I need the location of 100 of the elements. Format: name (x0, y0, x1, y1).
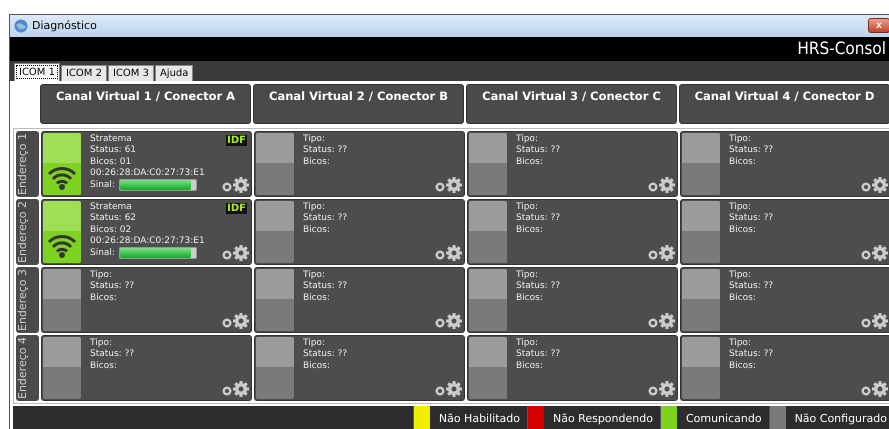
device-card[interactable]: Tipo: Status: ?? Bicos: (467, 131, 678, 197)
status-lamp (256, 337, 294, 399)
type-text: Tipo: (303, 134, 326, 145)
signal-label: Sinal: (90, 180, 115, 191)
device-card[interactable]: Tipo: Status: ?? Bicos: (254, 335, 465, 401)
device-card[interactable]: Tipo: Status: ?? Bicos: (41, 267, 252, 333)
status-text: Status: ?? (729, 281, 774, 293)
type-text: Tipo: (516, 338, 539, 349)
device-card[interactable]: Tipo: Status: ?? Bicos: (467, 199, 678, 265)
tab[interactable]: ICOM 3 (108, 65, 154, 81)
wifi-icon (47, 232, 77, 258)
bicos-text: Bicos: (303, 224, 331, 236)
gears-icon[interactable] (220, 380, 250, 398)
legend-label: Não Habilitado (438, 410, 521, 426)
column-header: Canal Virtual 4 / Conector D (679, 84, 889, 124)
type-text: Tipo: (729, 134, 752, 145)
type-text: Tipo: (303, 202, 326, 213)
device-card[interactable]: Tipo: Status: ?? Bicos: (680, 131, 889, 197)
column-header: Canal Virtual 1 / Conector A (40, 84, 251, 124)
idf-badge: IDF (226, 203, 247, 214)
gears-icon[interactable] (859, 244, 889, 262)
type-text: Tipo: (303, 270, 326, 281)
status-text: Status: ?? (729, 213, 774, 225)
row-label: Endereço 2 (16, 199, 39, 265)
type-text: Tipo: (90, 338, 113, 349)
device-card[interactable]: Stratema Status: 61 Bicos: 01 00:26:28:DA:C0:27:73:E1 Sinal: IDF (41, 131, 252, 197)
bicos-text: Bicos: (729, 292, 757, 304)
device-card[interactable]: Tipo: Status: ?? Bicos: (680, 267, 889, 333)
device-card[interactable]: Tipo: Status: ?? Bicos: (254, 131, 465, 197)
device-card[interactable]: Tipo: Status: ?? Bicos: (467, 335, 678, 401)
row-label: Endereço 3 (16, 267, 39, 333)
column-header: Canal Virtual 3 / Conector C (466, 84, 677, 124)
status-lamp (469, 337, 507, 399)
status-text: Status: ?? (303, 213, 348, 225)
tab[interactable]: Ajuda (154, 65, 194, 81)
device-card[interactable]: Tipo: Status: ?? Bicos: (254, 267, 465, 333)
status-text: Status: ?? (90, 349, 134, 361)
tab[interactable]: ICOM 1 (14, 63, 60, 81)
status-lamp (43, 269, 81, 331)
gears-icon[interactable] (859, 380, 889, 398)
bicos-text: Bicos: (729, 224, 757, 236)
gears-icon[interactable] (646, 312, 676, 330)
status-text: Status: ?? (90, 281, 134, 293)
status-lamp (43, 337, 81, 399)
status-lamp (469, 201, 507, 263)
gears-icon[interactable] (646, 380, 676, 398)
tab[interactable]: ICOM 2 (60, 65, 107, 81)
device-card[interactable]: Tipo: Status: ?? Bicos: (680, 335, 889, 401)
gears-icon[interactable] (220, 244, 250, 262)
device-card[interactable]: Stratema Status: 62 Bicos: 02 00:26:28:DA:C0:27:73:E1 Sinal: IDF (41, 199, 252, 265)
type-text: Tipo: (303, 338, 326, 349)
gears-icon[interactable] (859, 176, 889, 194)
bicos-text: Bicos: (729, 156, 757, 168)
type-text: Tipo: (729, 270, 752, 281)
device-card[interactable]: Tipo: Status: ?? Bicos: (680, 199, 889, 265)
status-lamp (682, 133, 720, 195)
gears-icon[interactable] (646, 244, 676, 262)
gears-icon[interactable] (433, 380, 463, 398)
status-lamp (682, 201, 720, 263)
device-card[interactable]: Tipo: Status: ?? Bicos: (467, 267, 678, 333)
gears-icon[interactable] (433, 312, 463, 330)
globe-icon (14, 18, 28, 33)
status-lamp (682, 269, 720, 331)
bicos-text: Bicos: (729, 360, 757, 372)
signal-label: Sinal: (90, 248, 115, 259)
bicos-text: Bicos: (516, 224, 544, 236)
bicos-text: Bicos: (303, 360, 331, 372)
type-text: Tipo: (516, 202, 539, 213)
status-text: Status: ?? (516, 145, 560, 157)
device-name: Stratema (90, 134, 133, 145)
gears-icon[interactable] (646, 176, 676, 194)
status-text: Status: ?? (303, 281, 348, 293)
status-lamp (256, 133, 294, 195)
status-text: Status: ?? (729, 349, 774, 361)
bicos-text: Bicos: (90, 360, 118, 372)
device-card[interactable]: Tipo: Status: ?? Bicos: (254, 199, 465, 265)
bicos-text: Bicos: 01 (90, 156, 132, 168)
status-lamp (256, 201, 294, 263)
status-text: Status: ?? (516, 281, 560, 293)
gears-icon[interactable] (433, 244, 463, 262)
gears-icon[interactable] (433, 176, 463, 194)
column-header: Canal Virtual 2 / Conector B (253, 84, 464, 124)
gears-icon[interactable] (220, 176, 250, 194)
status-text: Status: ?? (516, 349, 560, 361)
wifi-icon (47, 164, 77, 190)
status-text: Status: ?? (303, 145, 348, 157)
gears-icon[interactable] (220, 312, 250, 330)
type-text: Tipo: (729, 202, 752, 213)
status-text: Status: 62 (90, 213, 138, 225)
row-label: Endereço 4 (16, 335, 39, 401)
mac-address: 00:26:28:DA:C0:27:73:E1 (90, 236, 205, 248)
type-text: Tipo: (516, 134, 539, 145)
legend-label: Não Respondendo (552, 410, 654, 426)
bicos-text: Bicos: (303, 156, 331, 168)
gears-icon[interactable] (859, 312, 889, 330)
device-card[interactable]: Tipo: Status: ?? Bicos: (41, 335, 252, 401)
bicos-text: Bicos: (303, 292, 331, 304)
bicos-text: Bicos: (516, 292, 544, 304)
type-text: Tipo: (90, 270, 113, 281)
status-text: Status: 61 (90, 145, 138, 157)
